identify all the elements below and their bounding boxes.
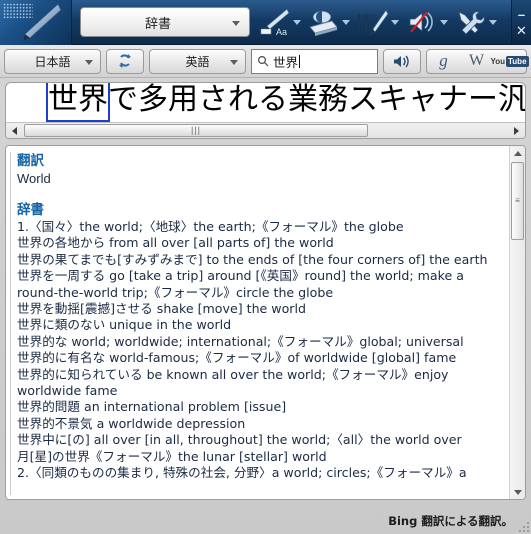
barcode-tool-button[interactable]	[352, 2, 401, 42]
app-logo	[0, 0, 72, 45]
search-icon	[257, 55, 269, 67]
text-cursor	[299, 54, 301, 68]
target-language-label: 英語	[185, 54, 210, 69]
speaker-icon	[394, 55, 409, 67]
results-panel: 翻訳 World 辞書 1.〈国々〉the world;〈地球〉the eart…	[5, 145, 526, 500]
mute-audio-tool-button[interactable]	[401, 2, 450, 42]
grip-icon: |||	[190, 125, 201, 135]
translation-attribution: Bing 翻訳による翻訳。	[388, 514, 513, 528]
google-link-label: g	[439, 51, 448, 70]
youtube-link-button[interactable]: You Tube	[490, 50, 529, 73]
translation-heading: 翻訳	[17, 153, 44, 169]
resize-grip[interactable]	[517, 520, 529, 532]
mode-select-label: 辞書	[144, 15, 171, 31]
captured-text-line[interactable]: 世界で多用される業務スキャナー汎	[46, 82, 526, 122]
dictionary-entry: 世界的問題 an international problem [issue]	[17, 399, 287, 415]
triangle-up-icon	[513, 150, 522, 156]
source-language-label: 日本語	[34, 54, 71, 69]
dictionary-entry: 1.〈国々〉the world;〈地球〉the earth;《フォーマル》the…	[17, 219, 404, 234]
chevron-down-icon	[232, 21, 240, 26]
dictionary-entry-list: 1.〈国々〉the world;〈地球〉the earth;《フォーマル》the…	[17, 219, 505, 482]
close-button[interactable]: ✕	[513, 23, 531, 39]
horizontal-scrollbar[interactable]: |||	[6, 122, 525, 138]
dictionary-entry: 2.〈同類のものの集まり, 特殊の社会, 分野〉a world; circles…	[17, 465, 467, 481]
chevron-down-icon	[440, 19, 448, 25]
minimize-button[interactable]: –	[513, 7, 531, 23]
swap-arrows-icon	[119, 54, 131, 68]
barcode-icon	[358, 9, 389, 35]
pen-text-icon: Aa	[260, 8, 290, 37]
captured-text-rest: で多用される業務スキャナー汎	[108, 82, 526, 117]
titlebar: 辞書 Aa – ✕	[0, 0, 531, 45]
window-controls: – ✕	[511, 0, 531, 45]
captured-text-panel: 世界で多用される業務スキャナー汎 |||	[5, 82, 526, 139]
chevron-down-icon	[391, 19, 399, 25]
search-input-value: 世界	[273, 55, 299, 70]
toolbar: Aa	[254, 0, 531, 45]
ocr-text-tool-button[interactable]: Aa	[254, 2, 303, 42]
youtube-tube-label: Tube	[506, 55, 529, 67]
dictionary-entry: 世界の果てまでも[すみずみまで] to the ends of [the fou…	[17, 251, 488, 267]
google-link-button[interactable]: g	[427, 50, 460, 73]
pronounce-button[interactable]	[383, 48, 421, 74]
wikipedia-link-label: W	[468, 52, 485, 69]
scanner-tool-button[interactable]	[303, 2, 352, 42]
speaker-muted-icon	[409, 11, 433, 33]
triangle-right-icon	[514, 126, 519, 135]
scroll-down-button[interactable]	[510, 485, 525, 499]
vertical-scrollbar[interactable]: ≡	[509, 146, 525, 499]
svg-text:Aa: Aa	[276, 27, 287, 37]
settings-tool-button[interactable]	[450, 2, 499, 42]
chevron-down-icon	[230, 59, 238, 65]
scroll-right-button[interactable]	[508, 123, 525, 138]
external-links-group: g W You Tube	[426, 48, 529, 74]
wikipedia-link-button[interactable]: W	[460, 50, 493, 73]
vertical-scroll-track[interactable]: ≡	[510, 160, 525, 485]
source-language-select[interactable]: 日本語	[4, 48, 101, 74]
dictionary-entry: 世界的に有名な world-famous;《フォーマル》of worldwide…	[17, 350, 457, 366]
triangle-down-icon	[513, 489, 522, 495]
mode-select[interactable]: 辞書	[80, 7, 250, 37]
youtube-logo-icon: You Tube	[490, 55, 529, 67]
chevron-down-icon	[342, 19, 350, 25]
statusbar: Bing 翻訳による翻訳。	[0, 508, 531, 534]
dictionary-entry: 世界を動揺[震撼]させる shake [move] the world	[17, 301, 306, 317]
dictionary-entry: 世界的に知られている be known all over the world;《…	[17, 366, 449, 399]
scroll-up-button[interactable]	[510, 146, 525, 160]
selected-word[interactable]: 世界	[46, 83, 110, 122]
stylus-pen-icon	[22, 2, 62, 42]
translation-value: World	[17, 171, 51, 186]
dictionary-entry: 世界的不景気 a worldwide depression	[17, 415, 246, 431]
search-input[interactable]: 世界	[251, 48, 378, 74]
horizontal-scroll-track[interactable]: |||	[23, 123, 508, 138]
application-window: 辞書 Aa – ✕ 日本語 英語 世界 g W You Tube 世界で多用され…	[0, 0, 531, 534]
grip-icon: ≡	[515, 195, 520, 205]
vertical-scroll-thumb[interactable]: ≡	[511, 162, 524, 240]
chevron-down-icon	[489, 19, 497, 25]
dictionary-entry: 世界の各地から from all over [all parts of] the…	[17, 235, 334, 251]
scroll-left-button[interactable]	[6, 123, 23, 138]
swap-languages-button[interactable]	[106, 48, 144, 74]
results-content[interactable]: 翻訳 World 辞書 1.〈国々〉the world;〈地球〉the eart…	[6, 146, 509, 499]
dictionary-entry: 世界的な world; worldwide; international;《フォ…	[17, 333, 464, 349]
horizontal-scroll-thumb[interactable]: |||	[24, 124, 368, 137]
tools-icon	[458, 11, 485, 35]
chevron-down-icon	[85, 59, 93, 65]
scanner-icon	[309, 10, 338, 36]
dictionary-entry: 月[星]の世界《フォーマル》the lunar [stellar] world	[17, 448, 327, 464]
youtube-you-label: You	[490, 56, 505, 66]
target-language-select[interactable]: 英語	[149, 48, 246, 74]
dictionary-heading: 辞書	[17, 202, 44, 218]
dictionary-entry: 世界に類のない unique in the world	[17, 317, 232, 333]
dictionary-entry: 世界中に[の] all over [in all, throughout] th…	[17, 432, 462, 448]
language-bar: 日本語 英語 世界 g W You Tube	[0, 45, 531, 78]
triangle-left-icon	[12, 126, 17, 135]
dictionary-entry: 世界を一周する go [take a trip] around [《英国》rou…	[17, 268, 464, 300]
chevron-down-icon	[293, 19, 301, 25]
